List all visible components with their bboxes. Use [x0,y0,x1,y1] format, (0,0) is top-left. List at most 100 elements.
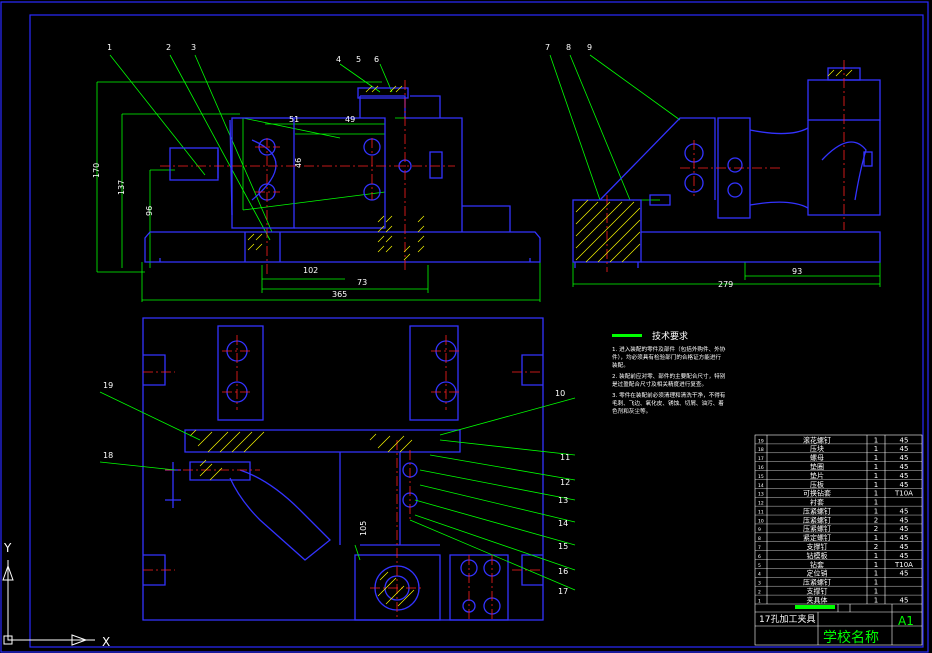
dim-73: 73 [357,278,367,287]
bom-row-number: 5 [758,563,761,569]
bom-row-name: 垫圈 [810,462,824,471]
balloon-13: 13 [558,496,568,505]
tech-notes-title-bar [612,334,642,337]
bom-row-material: 45 [900,525,909,533]
bom-row-name: 滚花螺钉 [803,435,831,444]
bom-row-material: 45 [900,445,909,453]
plan-leader-lines [99,391,576,591]
bom-row-name: 紧定螺钉 [803,533,831,542]
bom-row-qty: 2 [874,543,878,551]
bom-row-material: 45 [900,543,909,551]
balloon-1: 1 [107,43,112,52]
balloon-4: 4 [336,55,341,64]
bom-row-number: 8 [758,536,761,542]
tech-note-line: 是过盈配合尺寸及相关精度进行复查。 [612,380,707,388]
tech-notes-body: 1. 进入装配的零件及部件（包括外购件、外协 件），均必须具有检验部门的合格证方… [612,345,726,415]
bom-rows: 19 滚花螺钉 1 4518 压块 1 4517 螺母 1 4516 垫圈 1 4515 垫片 1 4514 压… [755,435,922,604]
bom-row-qty: 1 [874,561,878,569]
bom-row-name: 可换钻套 [803,489,831,498]
bom-row-qty: 1 [874,570,878,578]
front-dimension-lines [96,54,541,302]
bom-row-number: 19 [758,438,764,444]
bom-row-name: 压紧螺钉 [803,506,831,515]
bom-row-qty: 1 [874,454,878,462]
bom-row-number: 11 [758,509,764,515]
bom-row-qty: 1 [874,552,878,560]
balloon-5: 5 [356,55,361,64]
tech-note-line: 件），均必须具有检验部门的合格证方能进行 [612,353,721,361]
side-balloons: 7 8 9 [545,43,592,52]
ucs-x-label: X [102,635,110,649]
bom-row-name: 压紧螺钉 [803,515,831,524]
bom-row-material: 45 [900,436,909,444]
bom-row-name: 螺母 [810,453,824,462]
dim-279: 279 [718,280,733,289]
balloon-18: 18 [103,451,113,460]
plan-center-lines [143,335,543,620]
bom-row-qty: 1 [874,507,878,515]
bom-row-qty: 1 [874,579,878,587]
bom-row-number: 14 [758,483,764,489]
bom-row-number: 13 [758,492,764,498]
bom-row-qty: 1 [874,463,878,471]
balloon-15: 15 [558,542,568,551]
dim-170: 170 [92,163,101,178]
bom-row-name: 衬套 [810,498,824,507]
bom-row-number: 9 [758,527,761,533]
bom-row-name: 支撑钉 [807,587,828,596]
bom-row-material: 45 [900,570,909,578]
bom-row-number: 18 [758,447,764,453]
front-view: 1 2 3 4 5 6 51 49 46 102 73 365 170 137 … [92,43,541,302]
bom-row-material: 45 [900,454,909,462]
bom-row-name: 夹具体 [807,595,828,604]
bom-row-number: 12 [758,501,764,507]
balloon-8: 8 [566,43,571,52]
bom-row-number: 1 [758,598,761,604]
balloon-11: 11 [560,453,570,462]
cad-drawing-canvas[interactable]: 1 2 3 4 5 6 51 49 46 102 73 365 170 137 … [0,0,932,653]
dim-105: 105 [359,521,368,536]
bom-row-material: 45 [900,481,909,489]
bom-row-qty: 1 [874,436,878,444]
bom-row-number: 10 [758,518,764,524]
front-balloons: 1 2 3 4 5 6 [107,43,379,64]
dim-46: 46 [294,158,303,168]
bom-row-name: 钻模板 [807,551,828,560]
bill-of-materials: 19 滚花螺钉 1 4518 压块 1 4517 螺母 1 4516 垫圈 1 4515 垫片 1 4514 压… [754,434,923,646]
tech-note-line: 装配。 [612,361,629,369]
bom-grid [754,434,923,646]
bom-row-qty: 2 [874,516,878,524]
balloon-6: 6 [374,55,379,64]
balloon-17: 17 [558,587,568,596]
bom-row-number: 2 [758,590,761,596]
balloon-3: 3 [191,43,196,52]
dim-137: 137 [117,180,126,195]
bom-row-name: 压板 [810,480,824,489]
plan-hatch [189,429,415,607]
tech-notes-title: 技术要求 [652,330,688,342]
bom-row-name: 压紧螺钉 [803,524,831,533]
bom-row-number: 7 [758,545,761,551]
front-center-lines [160,80,455,275]
front-dimension-text: 51 49 46 102 73 365 170 137 96 [92,115,367,299]
side-view: 7 8 9 93 279 [545,43,881,289]
dim-51: 51 [289,115,299,124]
bom-row-material: 45 [900,507,909,515]
plan-part-outline [142,317,544,621]
bom-row-material: 45 [900,516,909,524]
tech-note-line: 色剂和灰尘等。 [612,407,651,415]
balloon-12: 12 [560,478,570,487]
bom-row-qty: 2 [874,525,878,533]
balloon-10: 10 [555,389,565,398]
tech-note-line: 2. 装配前应对零、部件的主要配合尺寸，特别 [612,372,726,380]
bom-row-number: 17 [758,456,764,462]
bom-row-qty: 1 [874,481,878,489]
bom-row-number: 3 [758,581,761,587]
technical-requirements: 技术要求 1. 进入装配的零件及部件（包括外购件、外协 件），均必须具有检验部门… [612,330,726,415]
sheet-size: A1 [898,614,914,628]
bom-row-material: T10A [894,490,913,498]
bom-row-qty: 1 [874,490,878,498]
bom-row-material: 45 [900,534,909,542]
bom-row-material: 45 [900,596,909,604]
tech-note-line: 1. 进入装配的零件及部件（包括外购件、外协 [612,345,726,353]
